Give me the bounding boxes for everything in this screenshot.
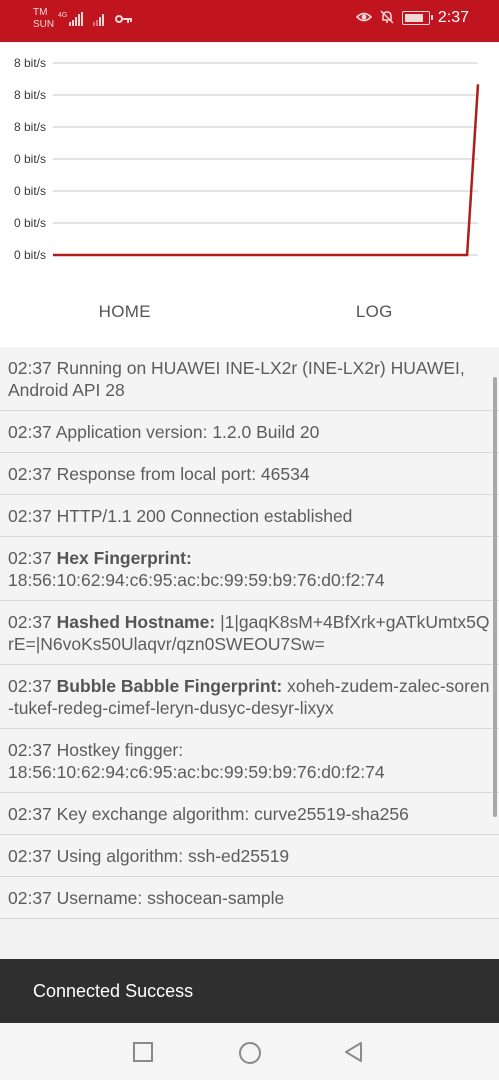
toast: Connected Success <box>0 959 499 1023</box>
log-text: 18:56:10:62:94:c6:95:ac:bc:99:59:b9:76:d… <box>8 570 385 590</box>
log-time: 02:37 <box>8 422 52 442</box>
back-triangle-icon[interactable] <box>343 1041 365 1063</box>
status-bar: TM SUN 4G 2:37 <box>0 0 499 42</box>
log-entry: 02:37 Key exchange algorithm: curve25519… <box>0 793 499 835</box>
log-text: Key exchange algorithm: curve25519-sha25… <box>56 804 409 824</box>
status-icons-right: 2:37 <box>355 9 469 27</box>
y-tick-label: 0 bit/s <box>14 248 46 262</box>
toast-message: Connected Success <box>33 981 194 1001</box>
y-tick-label: 8 bit/s <box>14 88 46 102</box>
log-list[interactable]: 02:37 Running on HUAWEI INE-LX2r (INE-LX… <box>0 347 499 959</box>
carrier-info: TM SUN <box>33 7 54 31</box>
y-tick-label: 0 bit/s <box>14 216 46 230</box>
y-tick-label: 8 bit/s <box>14 120 46 134</box>
log-text: Username: sshocean-sample <box>56 888 285 908</box>
carrier-name: TM <box>33 7 48 18</box>
log-entry: 02:37 Response from local port: 46534 <box>0 453 499 495</box>
log-time: 02:37 <box>8 888 52 908</box>
y-tick-label: 0 bit/s <box>14 184 46 198</box>
tab-bar: HOME LOG <box>0 277 499 347</box>
log-entry: 02:37 Using algorithm: ssh-ed25519 <box>0 835 499 877</box>
log-text: Running on HUAWEI INE-LX2r (INE-LX2r) HU… <box>8 358 465 400</box>
battery-icon <box>401 11 433 25</box>
network-type-label: 4G <box>58 12 68 19</box>
log-text: Using algorithm: ssh-ed25519 <box>56 846 290 866</box>
recent-apps-icon[interactable] <box>132 1041 154 1063</box>
y-tick-label: 8 bit/s <box>14 56 46 70</box>
signal-icon: 4G <box>58 12 84 26</box>
tab-log[interactable]: LOG <box>250 277 499 347</box>
log-entry: 02:37 Bubble Babble Fingerprint: xoheh-z… <box>0 665 499 729</box>
log-time: 02:37 <box>8 804 52 824</box>
carrier-name-secondary: SUN <box>33 19 55 30</box>
log-time: 02:37 <box>8 358 52 378</box>
signal-icon-secondary <box>93 12 104 26</box>
key-icon <box>115 12 133 28</box>
log-label: Hashed Hostname: <box>56 612 216 632</box>
log-text: Response from local port: 46534 <box>56 464 310 484</box>
log-scrollbar[interactable] <box>493 377 497 817</box>
log-time: 02:37 <box>8 846 52 866</box>
log-time: 02:37 <box>8 548 52 568</box>
log-entry: 02:37 Hex Fingerprint: 18:56:10:62:94:c6… <box>0 537 499 601</box>
log-time: 02:37 <box>8 612 52 632</box>
y-tick-label: 0 bit/s <box>14 152 46 166</box>
log-entry: 02:37 Running on HUAWEI INE-LX2r (INE-LX… <box>0 347 499 411</box>
system-nav-bar <box>0 1023 499 1080</box>
log-entry: 02:37 HTTP/1.1 200 Connection establishe… <box>0 495 499 537</box>
log-label: Bubble Babble Fingerprint: <box>56 676 283 696</box>
log-text: HTTP/1.1 200 Connection established <box>56 506 353 526</box>
home-circle-icon[interactable] <box>238 1041 261 1064</box>
traffic-chart: 8 bit/s 8 bit/s 8 bit/s 0 bit/s 0 bit/s 0 bit… <box>0 42 499 277</box>
eye-icon <box>355 10 372 26</box>
log-entry: 02:37 Hostkey fingger: 18:56:10:62:94:c6… <box>0 729 499 793</box>
log-time: 02:37 <box>8 676 52 696</box>
traffic-series-line <box>53 84 480 257</box>
log-time: 02:37 <box>8 464 52 484</box>
log-entry: 02:37 Application version: 1.2.0 Build 2… <box>0 411 499 453</box>
bell-off-icon <box>380 9 394 27</box>
log-entry: 02:37 Username: sshocean-sample <box>0 877 499 919</box>
log-text: Application version: 1.2.0 Build 20 <box>55 422 320 442</box>
clock: 2:37 <box>437 9 469 26</box>
log-entry: 02:37 Hashed Hostname: |1|gaqK8sM+4BfXrk… <box>0 601 499 665</box>
log-text: Hostkey fingger: 18:56:10:62:94:c6:95:ac… <box>8 740 385 782</box>
traffic-chart-svg: 8 bit/s 8 bit/s 8 bit/s 0 bit/s 0 bit/s 0 bit… <box>14 56 480 262</box>
tab-home[interactable]: HOME <box>0 277 250 347</box>
log-time: 02:37 <box>8 740 52 760</box>
log-label: Hex Fingerprint: <box>56 548 192 568</box>
log-time: 02:37 <box>8 506 52 526</box>
